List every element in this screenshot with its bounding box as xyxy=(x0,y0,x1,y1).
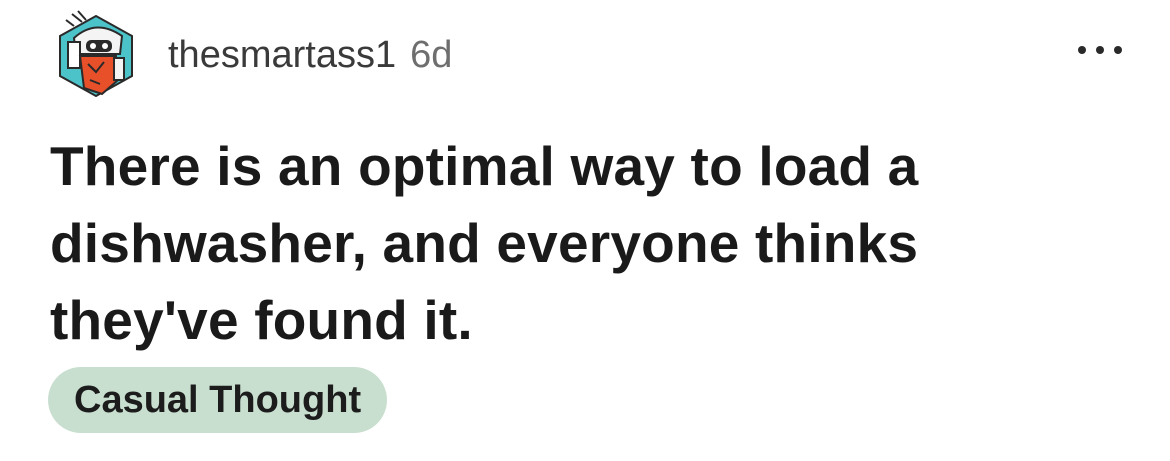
dot xyxy=(1078,46,1086,54)
author-username[interactable]: thesmartass1 xyxy=(168,36,396,74)
post-flair[interactable]: Casual Thought xyxy=(48,367,388,433)
more-options-icon[interactable] xyxy=(1078,40,1122,60)
dot xyxy=(1114,46,1122,54)
post-card: thesmartass1 6d There is an optimal way … xyxy=(0,0,1170,461)
post-meta: thesmartass1 6d xyxy=(168,36,452,74)
post-age: 6d xyxy=(410,34,453,76)
dot xyxy=(1096,46,1104,54)
post-header: thesmartass1 6d xyxy=(52,8,452,100)
post-title[interactable]: There is an optimal way to load a dishwa… xyxy=(50,128,1110,359)
robot-avatar-icon[interactable] xyxy=(52,8,140,100)
